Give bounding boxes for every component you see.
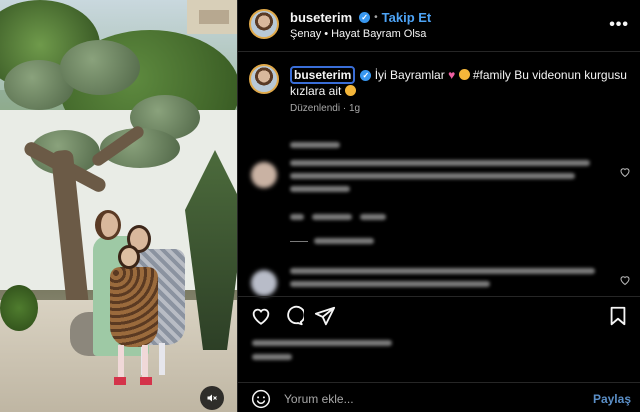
mute-button[interactable] (200, 386, 224, 410)
edited-label: Düzenlendi (290, 103, 341, 114)
caption-text-part: İyi Bayramlar (374, 68, 449, 82)
heart-icon[interactable] (619, 166, 631, 178)
heart-icon[interactable] (619, 274, 631, 286)
more-options-button[interactable]: ••• (609, 16, 629, 34)
follow-button[interactable]: Takip Et (382, 10, 432, 25)
action-bar (238, 296, 640, 332)
media-tree-canopy (60, 40, 140, 95)
smile-emoji-icon (344, 85, 356, 96)
caption-meta: Düzenlendi · 1g (290, 103, 360, 114)
smile-icon[interactable] (251, 389, 271, 409)
comment-icon[interactable] (282, 305, 304, 327)
header-audio-row: Şenay • Hayat Bayram Olsa (290, 28, 426, 40)
smile-emoji-icon (458, 69, 470, 80)
separator-dot: • (324, 28, 329, 40)
comment-avatar[interactable] (251, 270, 277, 296)
post-time[interactable]: 1g (349, 103, 360, 114)
heart-emoji-icon: ♥ (448, 68, 456, 82)
avatar[interactable] (249, 9, 279, 39)
verified-badge-icon: ✓ (360, 70, 372, 82)
blurred-comment-meta (290, 208, 394, 226)
avatar[interactable] (249, 64, 279, 94)
mute-icon (207, 394, 217, 402)
audio-artist[interactable]: Şenay (290, 28, 321, 40)
separator-dot: • (374, 12, 378, 23)
blurred-comment-text (290, 268, 595, 294)
comment-input[interactable] (284, 389, 574, 409)
caption-username-link[interactable]: buseterim (290, 66, 356, 84)
post-panel: buseterim ✓ • Takip Et Şenay • Hayat Bay… (237, 0, 640, 412)
blurred-view-replies[interactable] (290, 238, 374, 244)
media-house-window (199, 10, 229, 24)
verified-badge-icon: ✓ (359, 12, 371, 23)
separator-dot: · (342, 103, 347, 114)
heart-icon[interactable] (250, 305, 272, 327)
media-child (106, 245, 162, 385)
post-media[interactable] (0, 0, 237, 412)
post-header: buseterim ✓ • Takip Et Şenay • Hayat Bay… (238, 0, 640, 52)
audio-song[interactable]: Hayat Bayram Olsa (331, 28, 426, 40)
blurred-likes-summary[interactable] (252, 340, 392, 368)
media-plant (0, 285, 38, 331)
caption-text: buseterim ✓ İyi Bayramlar ♥ #family Bu vi… (290, 66, 630, 99)
post-comment-button[interactable]: Paylaş (593, 392, 631, 406)
comment-composer: Paylaş (238, 382, 640, 412)
username-link[interactable]: buseterim (290, 10, 352, 25)
header-user-row: buseterim ✓ • Takip Et (290, 10, 431, 25)
comment-avatar[interactable] (251, 162, 277, 188)
bookmark-icon[interactable] (607, 305, 629, 327)
blurred-comment-text (290, 160, 590, 199)
blurred-translation-link[interactable] (290, 136, 340, 154)
share-icon[interactable] (314, 305, 336, 327)
